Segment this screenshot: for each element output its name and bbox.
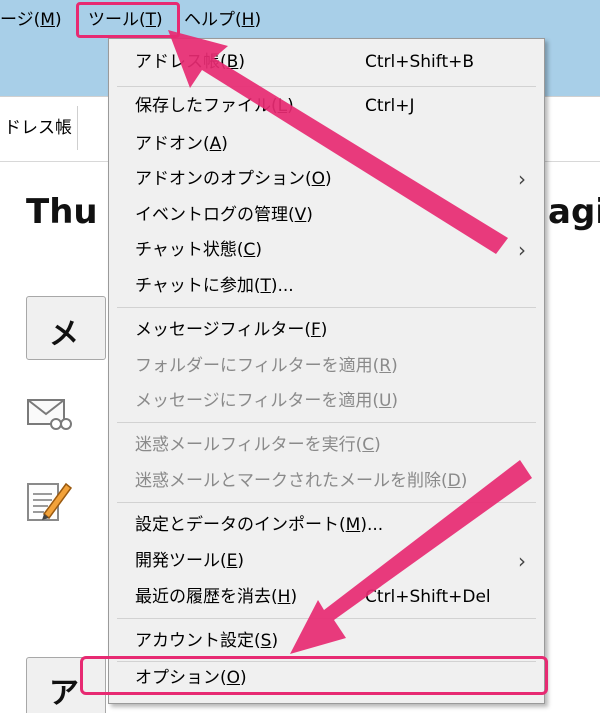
chevron-right-icon: › [518, 238, 526, 262]
separator [117, 86, 536, 87]
menu-item-addon-options[interactable]: アドオンのオプション(O) › [109, 162, 544, 196]
menu-help[interactable]: ヘルプ(H) [184, 7, 261, 33]
menu-item-account-settings[interactable]: アカウント設定(S) [109, 624, 544, 658]
menu-item-addons[interactable]: アドオン(A) [109, 127, 544, 161]
highlight-options-item [80, 656, 548, 695]
separator [117, 502, 536, 503]
page-title: Thu [26, 192, 98, 232]
menu-item-apply-filters-message: メッセージにフィルターを適用(U) [135, 391, 399, 411]
separator [117, 618, 536, 619]
highlight-tools-menu [76, 2, 180, 38]
page-title-tail: agi [548, 192, 600, 232]
menu-item-message-filters[interactable]: メッセージフィルター(F) [109, 313, 544, 347]
menu-message[interactable]: ージ(M) [0, 7, 62, 33]
menu-item-import[interactable]: 設定とデータのインポート(M)... [109, 508, 544, 542]
tab-address-book[interactable]: ドレス帳 [0, 106, 78, 150]
menu-item-apply-filters-folder: フォルダーにフィルターを適用(R) [135, 356, 398, 376]
menu-item-delete-junk: 迷惑メールとマークされたメールを削除(D) [135, 471, 468, 491]
menu-item-saved-files[interactable]: 保存したファイル(L) Ctrl+J [109, 89, 544, 123]
separator [117, 422, 536, 423]
shortcut: Ctrl+Shift+Del [365, 587, 491, 607]
mail-icon[interactable] [26, 396, 72, 432]
menu-item-address-book[interactable]: アドレス帳(B) Ctrl+Shift+B [109, 45, 544, 79]
menu-item-run-junk-filter: 迷惑メールフィルターを実行(C) [135, 435, 381, 455]
shortcut: Ctrl+Shift+B [365, 52, 475, 72]
thunderbird-window: ージ(M) ツール(T) ヘルプ(H) ドレス帳 Thu agi メ アカ アド… [0, 0, 600, 713]
shortcut: Ctrl+J [365, 96, 415, 116]
menu-item-chat-status[interactable]: チャット状態(C) › [109, 233, 544, 267]
chevron-right-icon: › [518, 167, 526, 191]
menu-item-clear-history[interactable]: 最近の履歴を消去(H) Ctrl+Shift+Del [109, 580, 544, 614]
menu-item-event-log[interactable]: イベントログの管理(V) [109, 198, 544, 232]
read-messages-button[interactable]: メ [26, 296, 106, 360]
write-message-icon[interactable] [24, 476, 74, 526]
menu-item-developer-tools[interactable]: 開発ツール(E) › [109, 544, 544, 578]
tools-dropdown-menu: アドレス帳(B) Ctrl+Shift+B 保存したファイル(L) Ctrl+J… [108, 38, 545, 704]
chevron-right-icon: › [518, 549, 526, 573]
menu-item-join-chat[interactable]: チャットに参加(T)... [109, 269, 544, 303]
separator [117, 307, 536, 308]
